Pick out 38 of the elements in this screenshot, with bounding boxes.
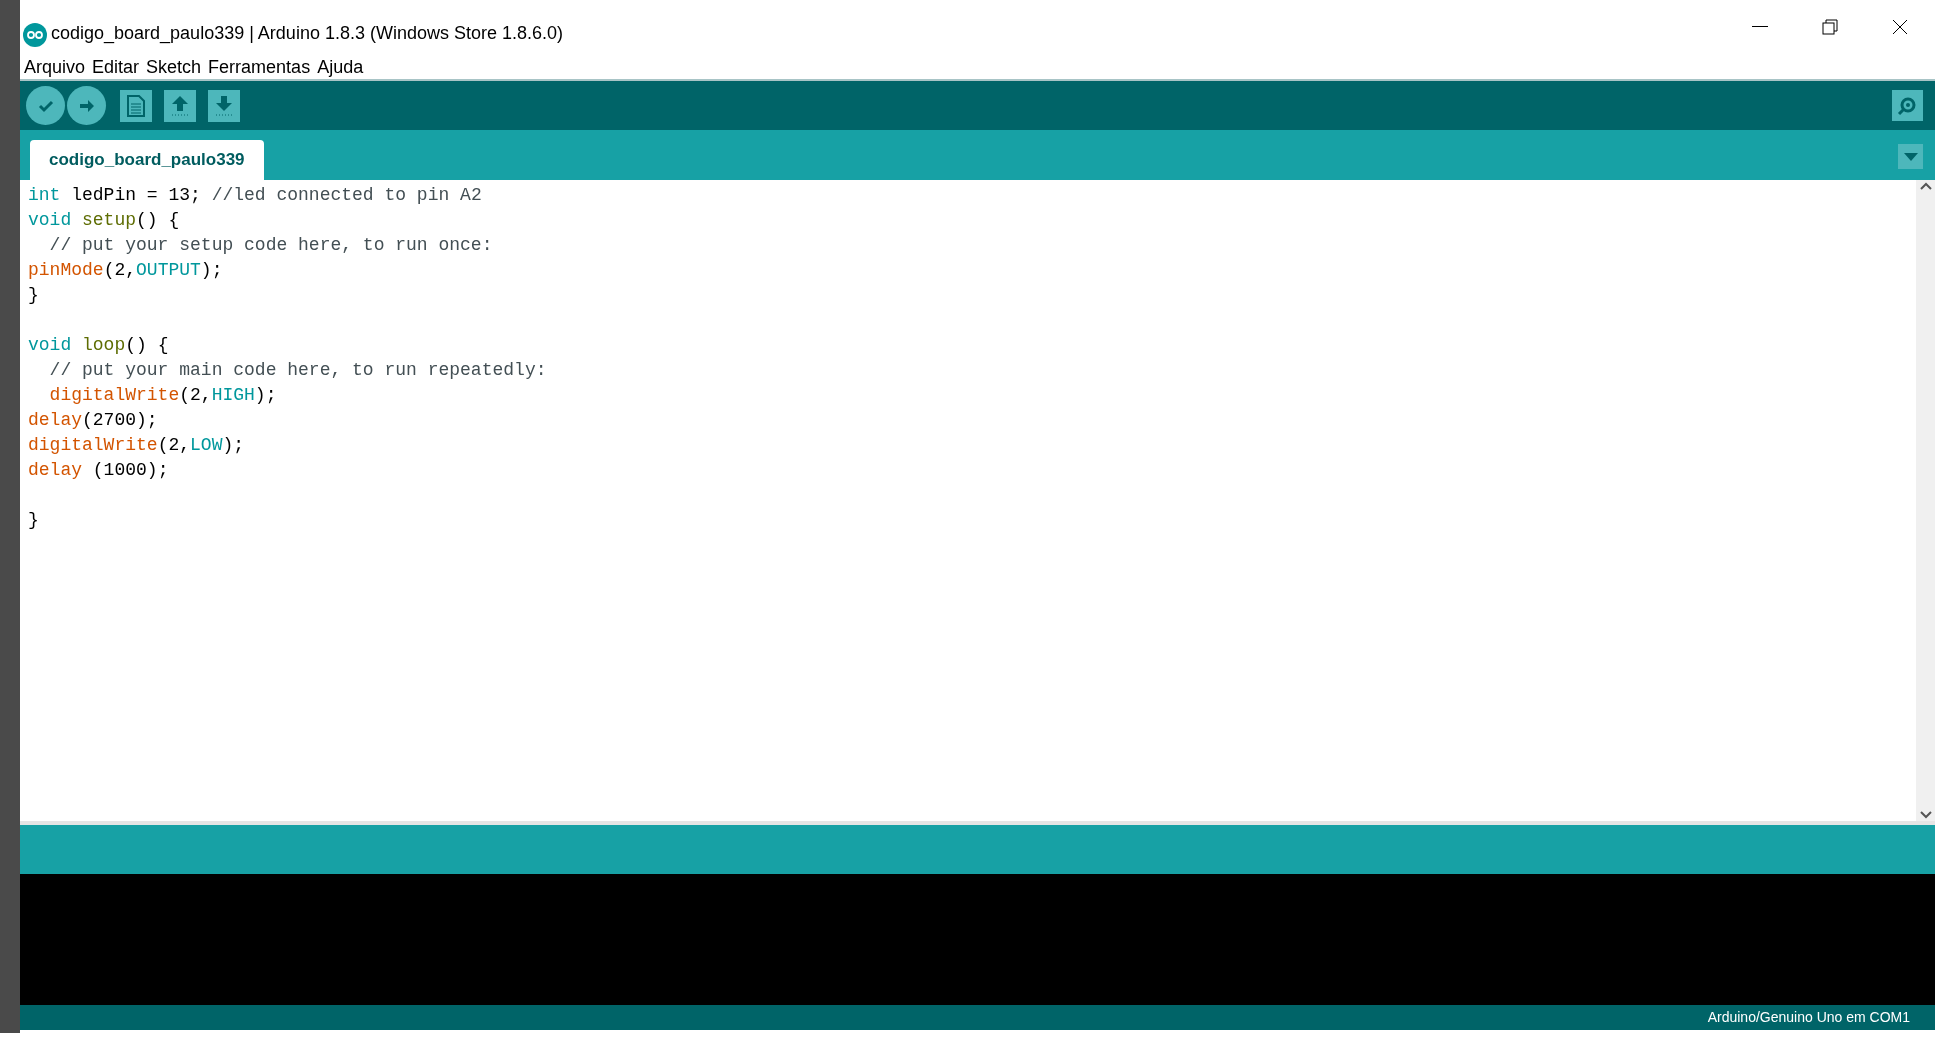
file-tab[interactable]: codigo_board_paulo339 bbox=[30, 140, 264, 180]
new-button[interactable] bbox=[120, 89, 152, 122]
code-line: pinMode(2,OUTPUT); bbox=[28, 259, 223, 282]
code-line: // put your setup code here, to run once: bbox=[48, 234, 493, 257]
document-icon bbox=[127, 94, 145, 117]
code-line: // put your main code here, to run repeatedly: bbox=[48, 359, 547, 382]
vertical-scrollbar[interactable] bbox=[1916, 180, 1935, 821]
verify-button[interactable] bbox=[26, 86, 65, 125]
tab-menu-button[interactable] bbox=[1898, 144, 1923, 169]
open-button[interactable] bbox=[164, 89, 196, 122]
minimize-icon bbox=[1752, 26, 1768, 28]
restore-icon bbox=[1822, 19, 1838, 35]
menu-item[interactable]: Ajuda bbox=[317, 53, 364, 81]
menu-item[interactable]: Editar bbox=[92, 53, 140, 81]
code-line: digitalWrite(2,HIGH); bbox=[48, 384, 277, 407]
up-caret-icon bbox=[1919, 182, 1932, 190]
code-line: int ledPin = 13; //led connected to pin A2 bbox=[28, 184, 482, 207]
menu-item[interactable]: Sketch bbox=[146, 53, 202, 81]
code-line: } bbox=[28, 509, 39, 532]
board-status: Arduino/Genuino Uno em COM1 bbox=[1707, 1008, 1910, 1027]
menu-item[interactable]: Arquivo bbox=[24, 53, 86, 81]
caret-down-icon bbox=[1903, 152, 1918, 161]
infinity-logo-icon bbox=[23, 23, 47, 47]
code-line: delay(2700); bbox=[28, 409, 158, 432]
down-arrow-icon bbox=[214, 94, 234, 117]
menu-item[interactable]: Ferramentas bbox=[208, 53, 311, 81]
up-arrow-icon bbox=[170, 94, 190, 117]
code-line: digitalWrite(2,LOW); bbox=[28, 434, 245, 457]
window-title: codigo_board_paulo339 | Arduino 1.8.3 (Windows Store 1.8.6.0) bbox=[51, 22, 563, 46]
serial-monitor-button[interactable] bbox=[1892, 90, 1923, 121]
code-line: } bbox=[28, 284, 39, 307]
code-line: void loop() { bbox=[28, 334, 169, 357]
save-button[interactable] bbox=[208, 89, 240, 122]
upload-button[interactable] bbox=[67, 86, 106, 125]
code-line: void setup() { bbox=[28, 209, 180, 232]
down-caret-icon bbox=[1919, 811, 1932, 819]
close-icon bbox=[1892, 19, 1908, 35]
code-line: delay (1000); bbox=[28, 459, 169, 482]
